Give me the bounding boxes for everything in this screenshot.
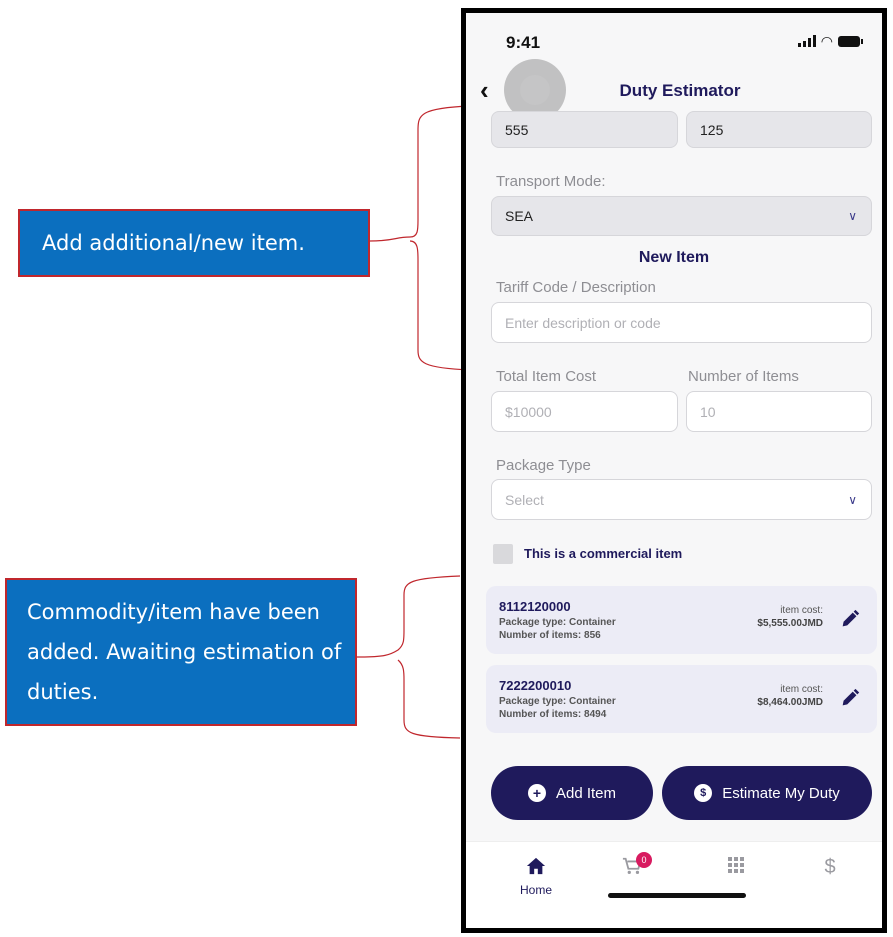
tab-home-label: Home bbox=[519, 883, 552, 897]
count-label: Number of Items bbox=[688, 368, 799, 385]
item-cost: $8,464.00JMD bbox=[757, 697, 823, 708]
commercial-checkbox[interactable] bbox=[493, 544, 513, 564]
item-card[interactable]: 7222200010 Package type: Container Numbe… bbox=[486, 665, 877, 733]
count-placeholder: 10 bbox=[700, 403, 716, 420]
stage: Add additional/new item. Commodity/item … bbox=[0, 0, 893, 937]
tariff-label: Tariff Code / Description bbox=[496, 279, 656, 296]
edit-icon[interactable] bbox=[839, 687, 861, 709]
chevron-down-icon: ∨ bbox=[848, 492, 857, 507]
estimate-duty-button[interactable]: $ Estimate My Duty bbox=[662, 766, 872, 820]
edit-icon[interactable] bbox=[839, 608, 861, 630]
prev-field-right-value: 125 bbox=[700, 121, 724, 138]
home-icon bbox=[526, 857, 546, 875]
home-indicator bbox=[608, 893, 746, 898]
battery-icon bbox=[838, 36, 863, 47]
tab-cart[interactable]: 0 bbox=[602, 852, 662, 881]
tab-pricing[interactable]: $ bbox=[800, 856, 860, 879]
item-card[interactable]: 8112120000 Package type: Container Numbe… bbox=[486, 586, 877, 654]
bracket-lower-top bbox=[356, 575, 461, 658]
plus-circle-icon: + bbox=[527, 784, 546, 802]
item-code: 8112120000 bbox=[499, 599, 571, 614]
tariff-placeholder: Enter description or code bbox=[505, 314, 661, 331]
commercial-label: This is a commercial item bbox=[524, 546, 683, 561]
tab-grid[interactable] bbox=[706, 856, 766, 879]
item-count: Number of items: 8494 bbox=[499, 709, 607, 720]
item-count: Number of items: 856 bbox=[499, 630, 601, 641]
count-input[interactable]: 10 bbox=[686, 391, 872, 432]
nav-bar: ‹ Duty Estimator bbox=[466, 59, 882, 121]
bracket-lower-bottom bbox=[397, 659, 461, 739]
transport-mode-label: Transport Mode: bbox=[496, 173, 606, 190]
item-code: 7222200010 bbox=[499, 678, 572, 693]
item-cost-label: item cost: bbox=[780, 605, 823, 616]
item-cost: $5,555.00JMD bbox=[757, 618, 823, 629]
phone-screen: 9:41 ◠ ‹ Duty Estimator 555 125 Transpor… bbox=[461, 8, 887, 933]
estimate-duty-label: Estimate My Duty bbox=[722, 784, 840, 802]
page-title: Duty Estimator bbox=[619, 81, 741, 100]
package-placeholder: Select bbox=[505, 491, 544, 508]
item-cost-label: item cost: bbox=[780, 684, 823, 695]
new-item-title: New Item bbox=[638, 249, 710, 266]
cost-placeholder: $10000 bbox=[505, 403, 552, 420]
item-package: Package type: Container bbox=[499, 696, 616, 707]
package-select[interactable]: Select ∨ bbox=[491, 479, 872, 520]
cart-badge: 0 bbox=[636, 852, 652, 868]
tariff-input[interactable]: Enter description or code bbox=[491, 302, 872, 343]
chevron-down-icon: ∨ bbox=[848, 209, 857, 223]
signal-icon bbox=[797, 35, 816, 47]
prev-field-left-value: 555 bbox=[505, 121, 529, 138]
prev-field-left[interactable]: 555 bbox=[491, 111, 678, 148]
status-time: 9:41 bbox=[506, 33, 541, 52]
wifi-icon: ◠ bbox=[820, 33, 833, 49]
add-item-label: Add Item bbox=[555, 784, 617, 802]
package-label: Package Type bbox=[496, 457, 591, 474]
item-package: Package type: Container bbox=[499, 617, 616, 628]
tab-home[interactable]: Home bbox=[506, 856, 566, 897]
transport-mode-select[interactable]: SEA ∨ bbox=[491, 196, 872, 236]
status-icons: ◠ bbox=[797, 33, 863, 49]
dollar-icon: $ bbox=[824, 856, 836, 878]
add-item-button[interactable]: + Add Item bbox=[491, 766, 653, 820]
tab-bar: Home 0 $ bbox=[466, 841, 882, 928]
cost-input[interactable]: $10000 bbox=[491, 391, 678, 432]
cost-label: Total Item Cost bbox=[496, 368, 597, 385]
bracket-upper-top bbox=[369, 105, 471, 242]
transport-mode-value: SEA bbox=[505, 208, 534, 224]
dollar-refresh-icon: $ bbox=[694, 784, 713, 802]
grid-icon bbox=[728, 857, 744, 873]
prev-field-right[interactable]: 125 bbox=[686, 111, 872, 148]
